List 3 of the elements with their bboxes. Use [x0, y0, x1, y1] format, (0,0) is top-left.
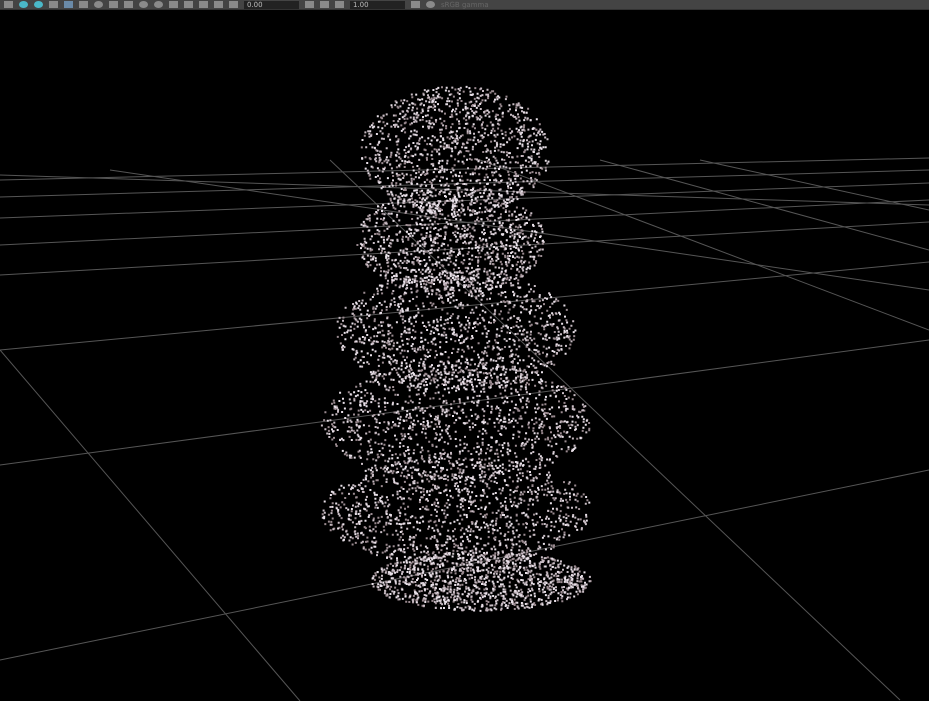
- sphere-icon[interactable]: [94, 1, 103, 8]
- checker-icon[interactable]: [64, 1, 73, 8]
- circle-icon[interactable]: [426, 1, 435, 8]
